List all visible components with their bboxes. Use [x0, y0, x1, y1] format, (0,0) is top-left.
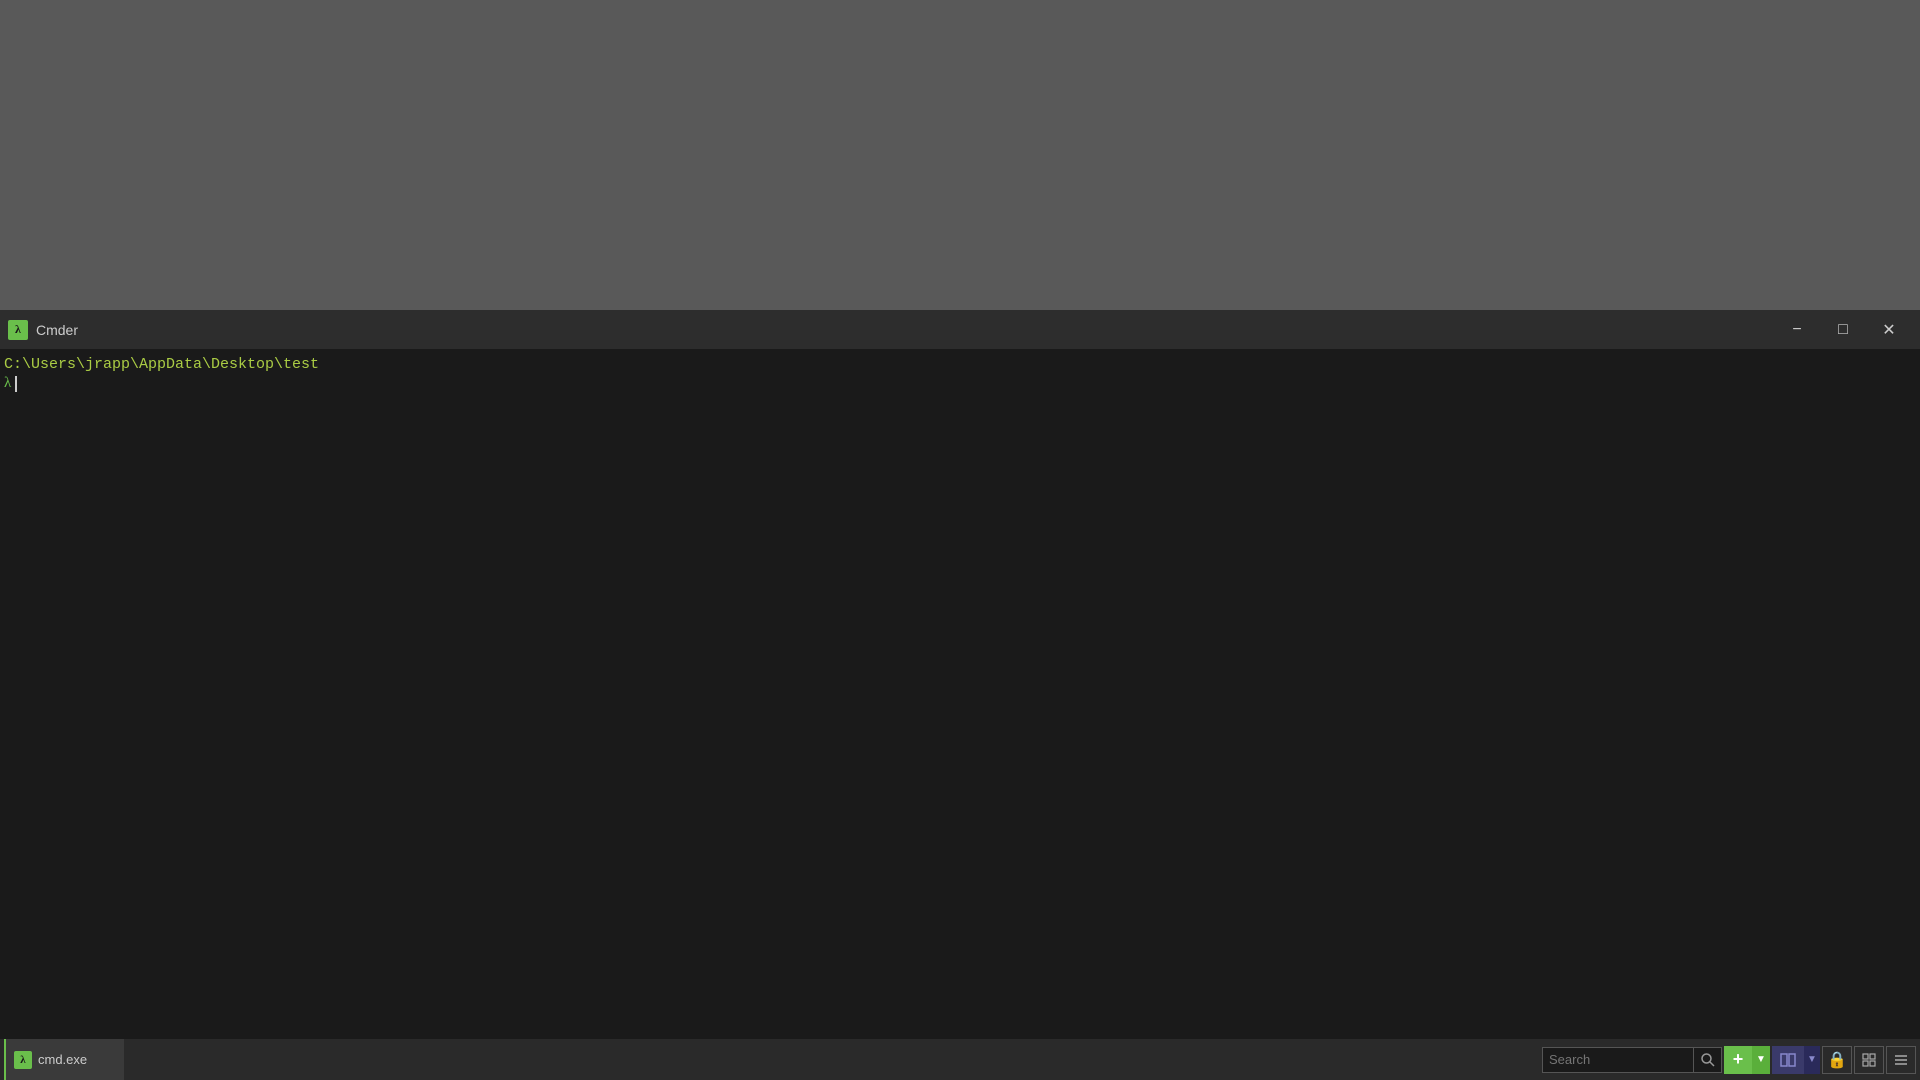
panel-group: ▼ [1772, 1046, 1820, 1074]
new-tab-button[interactable]: + [1724, 1046, 1752, 1074]
app-icon: λ [8, 320, 28, 340]
settings-grid-button[interactable] [1854, 1046, 1884, 1074]
taskbar-lambda-symbol: λ [20, 1054, 25, 1066]
lambda-icon-symbol: λ [15, 322, 21, 337]
taskbar-app-item[interactable]: λ cmd.exe [4, 1039, 124, 1080]
title-bar-controls: − □ ✕ [1774, 310, 1912, 350]
panel-button[interactable] [1772, 1046, 1804, 1074]
hamburger-icon [1894, 1054, 1908, 1066]
taskbar-app-label: cmd.exe [38, 1052, 87, 1067]
search-box [1542, 1047, 1722, 1073]
terminal-cursor [15, 376, 17, 392]
taskbar-app-icon: λ [14, 1051, 32, 1069]
title-bar-left: λ Cmder [8, 320, 78, 340]
search-input[interactable] [1543, 1052, 1693, 1067]
terminal-path-line: C:\Users\jrapp\AppData\Desktop\test [0, 354, 1920, 375]
panel-icon [1780, 1053, 1796, 1067]
menu-button[interactable] [1886, 1046, 1916, 1074]
panel-dropdown[interactable]: ▼ [1804, 1046, 1820, 1074]
maximize-button[interactable]: □ [1820, 310, 1866, 350]
taskbar-right-controls: + ▼ ▼ 🔒 [1542, 1039, 1916, 1080]
search-icon [1701, 1053, 1715, 1067]
grid-icon [1862, 1053, 1876, 1067]
title-bar: λ Cmder − □ ✕ [0, 310, 1920, 350]
terminal-content[interactable]: C:\Users\jrapp\AppData\Desktop\test λ [0, 350, 1920, 1038]
taskbar: λ cmd.exe + ▼ [0, 1038, 1920, 1080]
search-button[interactable] [1693, 1047, 1721, 1073]
terminal-prompt-line: λ [0, 375, 1920, 392]
minimize-button[interactable]: − [1774, 310, 1820, 350]
terminal-lambda-symbol: λ [4, 375, 11, 392]
new-tab-dropdown[interactable]: ▼ [1752, 1046, 1770, 1074]
lock-button[interactable]: 🔒 [1822, 1046, 1852, 1074]
close-button[interactable]: ✕ [1866, 310, 1912, 350]
window-title: Cmder [36, 322, 78, 338]
new-tab-group: + ▼ [1724, 1046, 1770, 1074]
desktop-background [0, 0, 1920, 310]
